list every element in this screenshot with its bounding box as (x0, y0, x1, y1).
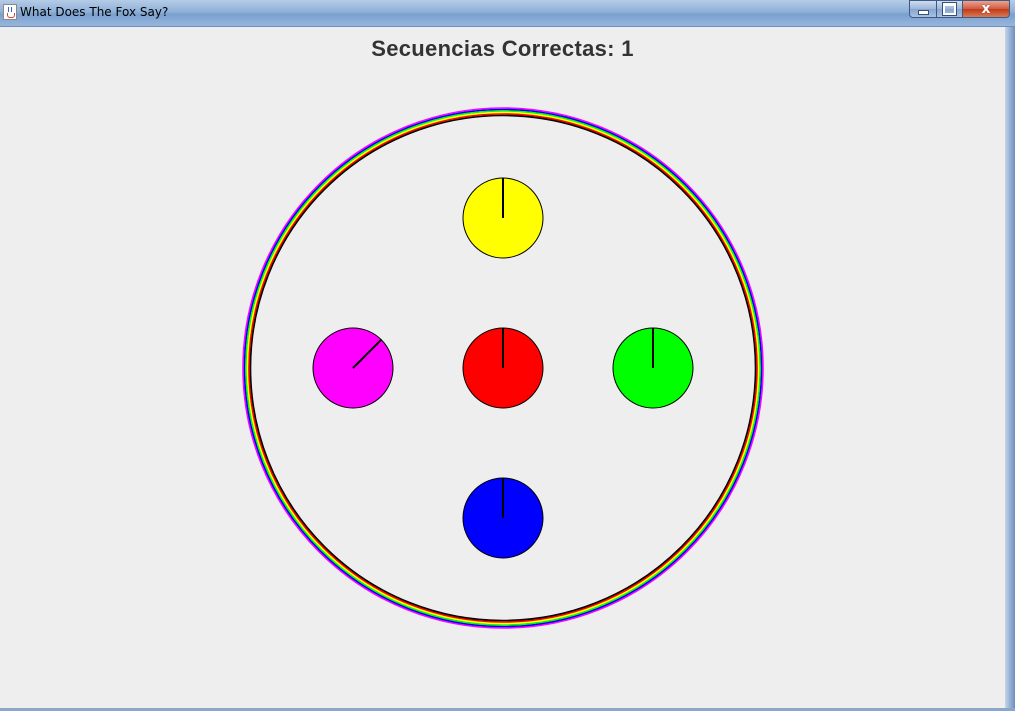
green-button[interactable] (612, 327, 694, 409)
magenta-button[interactable] (312, 327, 394, 409)
color-buttons (312, 177, 694, 559)
blue-button[interactable] (462, 477, 544, 559)
game-board (242, 107, 764, 629)
app-window: What Does The Fox Say? x Secuencias Corr… (0, 0, 1015, 711)
yellow-button[interactable] (462, 177, 544, 259)
red-button[interactable] (462, 327, 544, 409)
